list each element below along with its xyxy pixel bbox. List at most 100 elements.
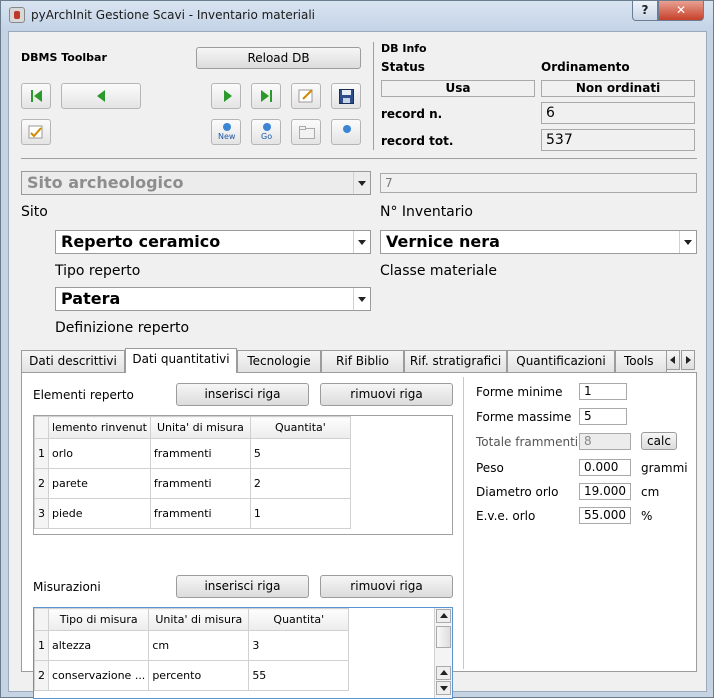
new-record-button[interactable]: New <box>211 119 241 145</box>
table-cell[interactable]: frammenti <box>149 498 251 529</box>
tab-tools[interactable]: Tools <box>615 350 667 372</box>
diametro-unit: cm <box>641 485 660 499</box>
tab-dati-quantitativi[interactable]: Dati quantitativi <box>125 348 237 373</box>
totale-frammenti-field: 8 <box>579 433 631 450</box>
chevron-down-icon <box>679 231 696 253</box>
tab-scroll-right-button[interactable] <box>681 350 695 370</box>
table-cell[interactable]: cm <box>148 630 250 661</box>
chevron-down-icon <box>353 231 370 253</box>
tab-quantificazioni[interactable]: Quantificazioni <box>507 350 615 372</box>
misurazioni-remove-button[interactable]: rimuovi riga <box>320 575 453 598</box>
table-cell[interactable]: 2 <box>249 468 351 499</box>
table-cell[interactable]: percento <box>148 660 250 691</box>
window-title: pyArchInit Gestione Scavi - Inventario m… <box>31 8 316 22</box>
tab-scroll-left-button[interactable] <box>666 350 680 370</box>
reload-db-button[interactable]: Reload DB <box>196 47 361 69</box>
table-row[interactable]: 1 altezza cm 3 <box>34 630 350 661</box>
table-cell[interactable]: 3 <box>248 630 350 661</box>
order-label: Ordinamento <box>541 60 630 74</box>
table-cell[interactable]: altezza <box>47 630 150 661</box>
scroll-thumb[interactable] <box>436 626 451 648</box>
tipo-reperto-combo[interactable]: Reperto ceramico <box>55 230 371 254</box>
close-button[interactable]: ✕ <box>658 1 704 21</box>
tab-rif-stratigrafici[interactable]: Rif. stratigrafici <box>404 350 507 372</box>
table-cell[interactable]: conservazione ... <box>47 660 150 691</box>
go-search-button[interactable]: Go <box>251 119 281 145</box>
client-area: DBMS Toolbar Reload DB New Go DB Info St… <box>8 31 707 699</box>
definizione-combo[interactable]: Patera <box>55 287 371 311</box>
main-window: pyArchInit Gestione Scavi - Inventario m… <box>0 0 714 699</box>
chevron-down-icon <box>440 686 448 691</box>
table-header-row: Tipo di misura Unita' di misura Quantita… <box>34 608 350 631</box>
peso-unit: grammi <box>641 461 688 475</box>
diametro-label: Diametro orlo <box>476 485 559 499</box>
elementi-remove-button[interactable]: rimuovi riga <box>320 383 453 406</box>
tab-tecnologie[interactable]: Tecnologie <box>237 350 321 372</box>
forme-minime-label: Forme minime <box>476 385 563 399</box>
table-header-row: lemento rinvenut Unita' di misura Quanti… <box>34 416 351 439</box>
tab-rif-biblio[interactable]: Rif Biblio <box>321 350 404 372</box>
scroll-down-button[interactable] <box>436 681 451 695</box>
row-number: 2 <box>34 660 49 691</box>
table-row[interactable]: 3 piede frammenti 1 <box>34 498 351 529</box>
view-all-button[interactable] <box>291 119 321 145</box>
table-cell[interactable]: frammenti <box>149 468 251 499</box>
table-cell[interactable]: 55 <box>248 660 350 691</box>
sort-button[interactable] <box>331 119 361 145</box>
eve-label: E.v.e. orlo <box>476 509 536 523</box>
table-cell[interactable]: piede <box>48 498 151 529</box>
record-n-field[interactable]: 6 <box>541 102 695 124</box>
misurazioni-insert-button[interactable]: inserisci riga <box>176 575 309 598</box>
corner-cell <box>34 416 49 439</box>
status-label: Status <box>381 60 425 74</box>
elementi-table[interactable]: lemento rinvenut Unita' di misura Quanti… <box>33 415 453 535</box>
go-icon <box>263 123 271 131</box>
table-row[interactable]: 2 conservazione ... percento 55 <box>34 660 350 691</box>
chevron-up-icon <box>440 613 448 618</box>
scroll-up-button[interactable] <box>436 609 451 623</box>
misurazioni-table[interactable]: Tipo di misura Unita' di misura Quantita… <box>33 607 453 699</box>
table-cell[interactable]: orlo <box>48 438 151 469</box>
classe-materiale-combo[interactable]: Vernice nera <box>380 230 697 254</box>
row-number: 3 <box>34 498 49 529</box>
save-button[interactable] <box>331 83 361 109</box>
inventario-label: N° Inventario <box>380 204 473 220</box>
next-record-button[interactable] <box>211 83 241 109</box>
column-header[interactable]: Quantita' <box>248 608 350 631</box>
first-record-button[interactable] <box>21 83 51 109</box>
column-header[interactable]: Tipo di misura <box>47 608 150 631</box>
table-row[interactable]: 2 parete frammenti 2 <box>34 468 351 499</box>
table-cell[interactable]: parete <box>48 468 151 499</box>
column-header[interactable]: lemento rinvenut <box>48 416 151 439</box>
sito-combo[interactable]: Sito archeologico <box>21 171 371 195</box>
definizione-label: Definizione reperto <box>55 320 190 336</box>
peso-label: Peso <box>476 461 504 475</box>
table-cell[interactable]: 5 <box>249 438 351 469</box>
table-row[interactable]: 1 orlo frammenti 5 <box>34 438 351 469</box>
column-header[interactable]: Unita' di misura <box>148 608 250 631</box>
column-header[interactable]: Quantita' <box>249 416 351 439</box>
toolbar-title: DBMS Toolbar <box>21 51 107 64</box>
forme-massime-field[interactable]: 5 <box>579 408 627 425</box>
elementi-insert-button[interactable]: inserisci riga <box>176 383 309 406</box>
forme-minime-field[interactable]: 1 <box>579 383 627 400</box>
tab-dati-descrittivi[interactable]: Dati descrittivi <box>21 350 125 372</box>
calc-button[interactable]: calc <box>641 432 677 450</box>
table-cell[interactable]: frammenti <box>149 438 251 469</box>
eve-field[interactable]: 55.000 <box>579 507 631 524</box>
scroll-up-button[interactable] <box>436 666 451 680</box>
vertical-scrollbar[interactable] <box>434 608 452 698</box>
column-header[interactable]: Unita' di misura <box>149 416 251 439</box>
edit-record-button[interactable] <box>291 83 321 109</box>
last-record-button[interactable] <box>251 83 281 109</box>
inventario-field[interactable]: 7 <box>380 173 697 193</box>
report-button[interactable] <box>21 119 51 145</box>
help-button[interactable]: ? <box>632 1 658 21</box>
table-cell[interactable]: 1 <box>249 498 351 529</box>
prev-record-button[interactable] <box>61 83 141 109</box>
diametro-field[interactable]: 19.000 <box>579 483 631 500</box>
peso-field[interactable]: 0.000 <box>579 459 631 476</box>
misurazioni-title: Misurazioni <box>33 580 101 594</box>
chevron-down-icon <box>353 172 370 194</box>
sort-icon <box>343 125 351 133</box>
